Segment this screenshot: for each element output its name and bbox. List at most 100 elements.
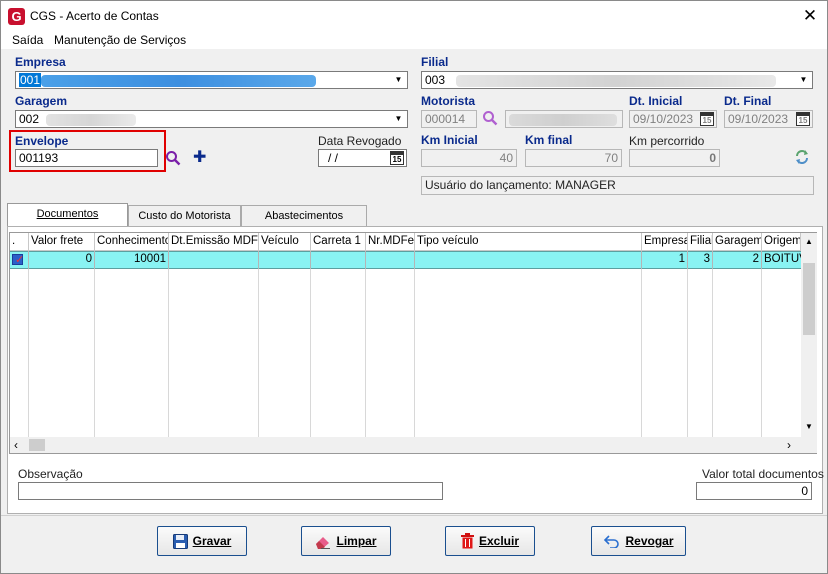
tab-abastecimentos[interactable]: Abastecimentos bbox=[241, 205, 367, 227]
button-bar bbox=[1, 515, 827, 573]
scroll-right-icon[interactable]: › bbox=[787, 438, 791, 452]
horizontal-scroll-thumb[interactable] bbox=[29, 439, 45, 451]
menu-item-manutencao-servicos[interactable]: Manutenção de Serviços bbox=[54, 33, 186, 47]
motorista-name-redacted bbox=[509, 113, 617, 126]
excluir-label: Excluir bbox=[478, 534, 520, 548]
filial-label: Filial bbox=[421, 55, 449, 69]
cell-carreta-1[interactable] bbox=[311, 251, 366, 269]
cell-conhecimento[interactable]: 10001 bbox=[95, 251, 169, 269]
dt-final-value: 09/10/2023 bbox=[728, 112, 789, 126]
motorista-code-field[interactable]: 000014 bbox=[421, 110, 477, 128]
cell-origem[interactable]: BOITUVA bbox=[762, 251, 801, 269]
garagem-label: Garagem bbox=[15, 94, 68, 108]
col-header-tipo-veiculo[interactable]: Tipo veículo bbox=[415, 233, 642, 251]
excluir-button[interactable]: Excluir bbox=[445, 526, 535, 556]
scroll-up-icon[interactable]: ▲ bbox=[805, 237, 813, 246]
cell-filial[interactable]: 3 bbox=[688, 251, 713, 269]
documentos-grid: . Valor frete Conhecimento Dt.Emissão MD… bbox=[9, 232, 817, 454]
menu-item-saida[interactable]: Saída bbox=[12, 33, 43, 47]
motorista-name-field[interactable] bbox=[505, 110, 623, 128]
scroll-left-icon[interactable]: ‹ bbox=[14, 438, 18, 452]
revogar-button[interactable]: Revogar bbox=[591, 526, 686, 556]
observacao-field[interactable] bbox=[18, 482, 443, 500]
motorista-search-icon[interactable] bbox=[482, 110, 498, 126]
calendar-icon[interactable]: 15 bbox=[796, 112, 810, 126]
gravar-button[interactable]: Gravar bbox=[157, 526, 247, 556]
data-revogado-field[interactable]: / / 15 bbox=[318, 149, 407, 167]
col-header-valor-frete[interactable]: Valor frete bbox=[29, 233, 95, 251]
km-percorrido-field: 0 bbox=[629, 149, 720, 167]
col-header-veiculo[interactable]: Veículo bbox=[259, 233, 311, 251]
window-title: CGS - Acerto de Contas bbox=[30, 9, 159, 23]
app-logo-icon: G bbox=[8, 8, 25, 25]
vertical-scrollbar[interactable]: ▲ ▼ bbox=[801, 233, 817, 437]
tab-abastecimentos-label: Abastecimentos bbox=[264, 210, 344, 222]
observacao-label: Observação bbox=[18, 467, 83, 481]
km-final-label: Km final bbox=[525, 133, 573, 147]
envelope-field[interactable]: 001193 bbox=[15, 149, 158, 167]
motorista-label: Motorista bbox=[421, 94, 475, 108]
calendar-icon[interactable]: 15 bbox=[700, 112, 714, 126]
filial-value: 003 bbox=[425, 73, 446, 87]
chevron-down-icon[interactable]: ▼ bbox=[391, 73, 406, 87]
filial-select[interactable]: 003 ▼ bbox=[421, 71, 813, 89]
col-header-carreta-1[interactable]: Carreta 1 bbox=[311, 233, 366, 251]
cell-veiculo[interactable] bbox=[259, 251, 311, 269]
dt-inicial-label: Dt. Inicial bbox=[629, 94, 683, 108]
col-header-filial[interactable]: Filial bbox=[688, 233, 713, 251]
dt-final-field[interactable]: 09/10/2023 15 bbox=[724, 110, 813, 128]
envelope-label: Envelope bbox=[15, 134, 69, 148]
km-inicial-field[interactable]: 40 bbox=[421, 149, 517, 167]
cell-garagem[interactable]: 2 bbox=[713, 251, 762, 269]
envelope-search-icon[interactable] bbox=[165, 150, 181, 166]
limpar-label: Limpar bbox=[336, 534, 377, 548]
tab-documentos-label: Documentos bbox=[36, 208, 99, 220]
eraser-icon bbox=[316, 536, 331, 549]
checkmark-icon: ✓ bbox=[15, 254, 25, 266]
row-checkbox-cell[interactable]: ✓ bbox=[10, 251, 29, 269]
undo-arrow-icon bbox=[604, 535, 620, 548]
km-inicial-label: Km Inicial bbox=[421, 133, 478, 147]
refresh-icon[interactable] bbox=[794, 149, 810, 165]
col-header-conhecimento[interactable]: Conhecimento bbox=[95, 233, 169, 251]
empresa-label: Empresa bbox=[15, 55, 66, 69]
acerto-de-contas-window: G CGS - Acerto de Contas ✕ Saída Manuten… bbox=[0, 0, 828, 574]
dt-inicial-value: 09/10/2023 bbox=[633, 112, 694, 126]
tab-custo-motorista[interactable]: Custo do Motorista bbox=[128, 205, 241, 227]
col-header-garagem[interactable]: Garagem bbox=[713, 233, 762, 251]
horizontal-scrollbar[interactable]: ‹ › bbox=[10, 437, 801, 453]
cell-tipo-veiculo[interactable] bbox=[415, 251, 642, 269]
revogar-label: Revogar bbox=[625, 534, 674, 548]
cell-valor-frete[interactable]: 0 bbox=[29, 251, 95, 269]
trash-icon bbox=[460, 533, 474, 549]
row-checkbox[interactable]: ✓ bbox=[12, 254, 24, 266]
tab-custo-motorista-label: Custo do Motorista bbox=[138, 210, 231, 222]
vertical-scroll-thumb[interactable] bbox=[803, 263, 815, 335]
col-header-dt-emissao-mdfe[interactable]: Dt.Emissão MDFe bbox=[169, 233, 259, 251]
limpar-button[interactable]: Limpar bbox=[301, 526, 391, 556]
empresa-name-redacted bbox=[41, 74, 317, 87]
chevron-down-icon[interactable]: ▼ bbox=[391, 112, 406, 126]
scroll-corner bbox=[801, 437, 817, 453]
dt-inicial-field[interactable]: 09/10/2023 15 bbox=[629, 110, 717, 128]
filial-name-redacted bbox=[456, 74, 777, 87]
close-button[interactable]: ✕ bbox=[797, 5, 823, 27]
empresa-select[interactable]: 001 ▼ bbox=[15, 71, 408, 89]
cell-nr-mdfe[interactable] bbox=[366, 251, 415, 269]
gravar-label: Gravar bbox=[192, 534, 232, 548]
garagem-select[interactable]: 002 ▼ bbox=[15, 110, 408, 128]
add-envelope-icon[interactable]: ✚ bbox=[193, 150, 206, 166]
tab-documentos[interactable]: Documentos bbox=[7, 203, 128, 227]
cell-empresa[interactable]: 1 bbox=[642, 251, 688, 269]
col-header-origem[interactable]: Origem bbox=[762, 233, 801, 251]
col-header-nr-mdfe[interactable]: Nr.MDFe bbox=[366, 233, 415, 251]
km-final-field[interactable]: 70 bbox=[525, 149, 622, 167]
valor-total-field: 0 bbox=[696, 482, 812, 500]
col-header-empresa[interactable]: Empresa bbox=[642, 233, 688, 251]
scroll-down-icon[interactable]: ▼ bbox=[805, 422, 813, 431]
calendar-icon[interactable]: 15 bbox=[390, 151, 404, 165]
data-revogado-label: Data Revogado bbox=[318, 134, 402, 148]
col-header-indicator: . bbox=[10, 233, 29, 251]
cell-dt-emissao-mdfe[interactable] bbox=[169, 251, 259, 269]
chevron-down-icon[interactable]: ▼ bbox=[796, 73, 811, 87]
